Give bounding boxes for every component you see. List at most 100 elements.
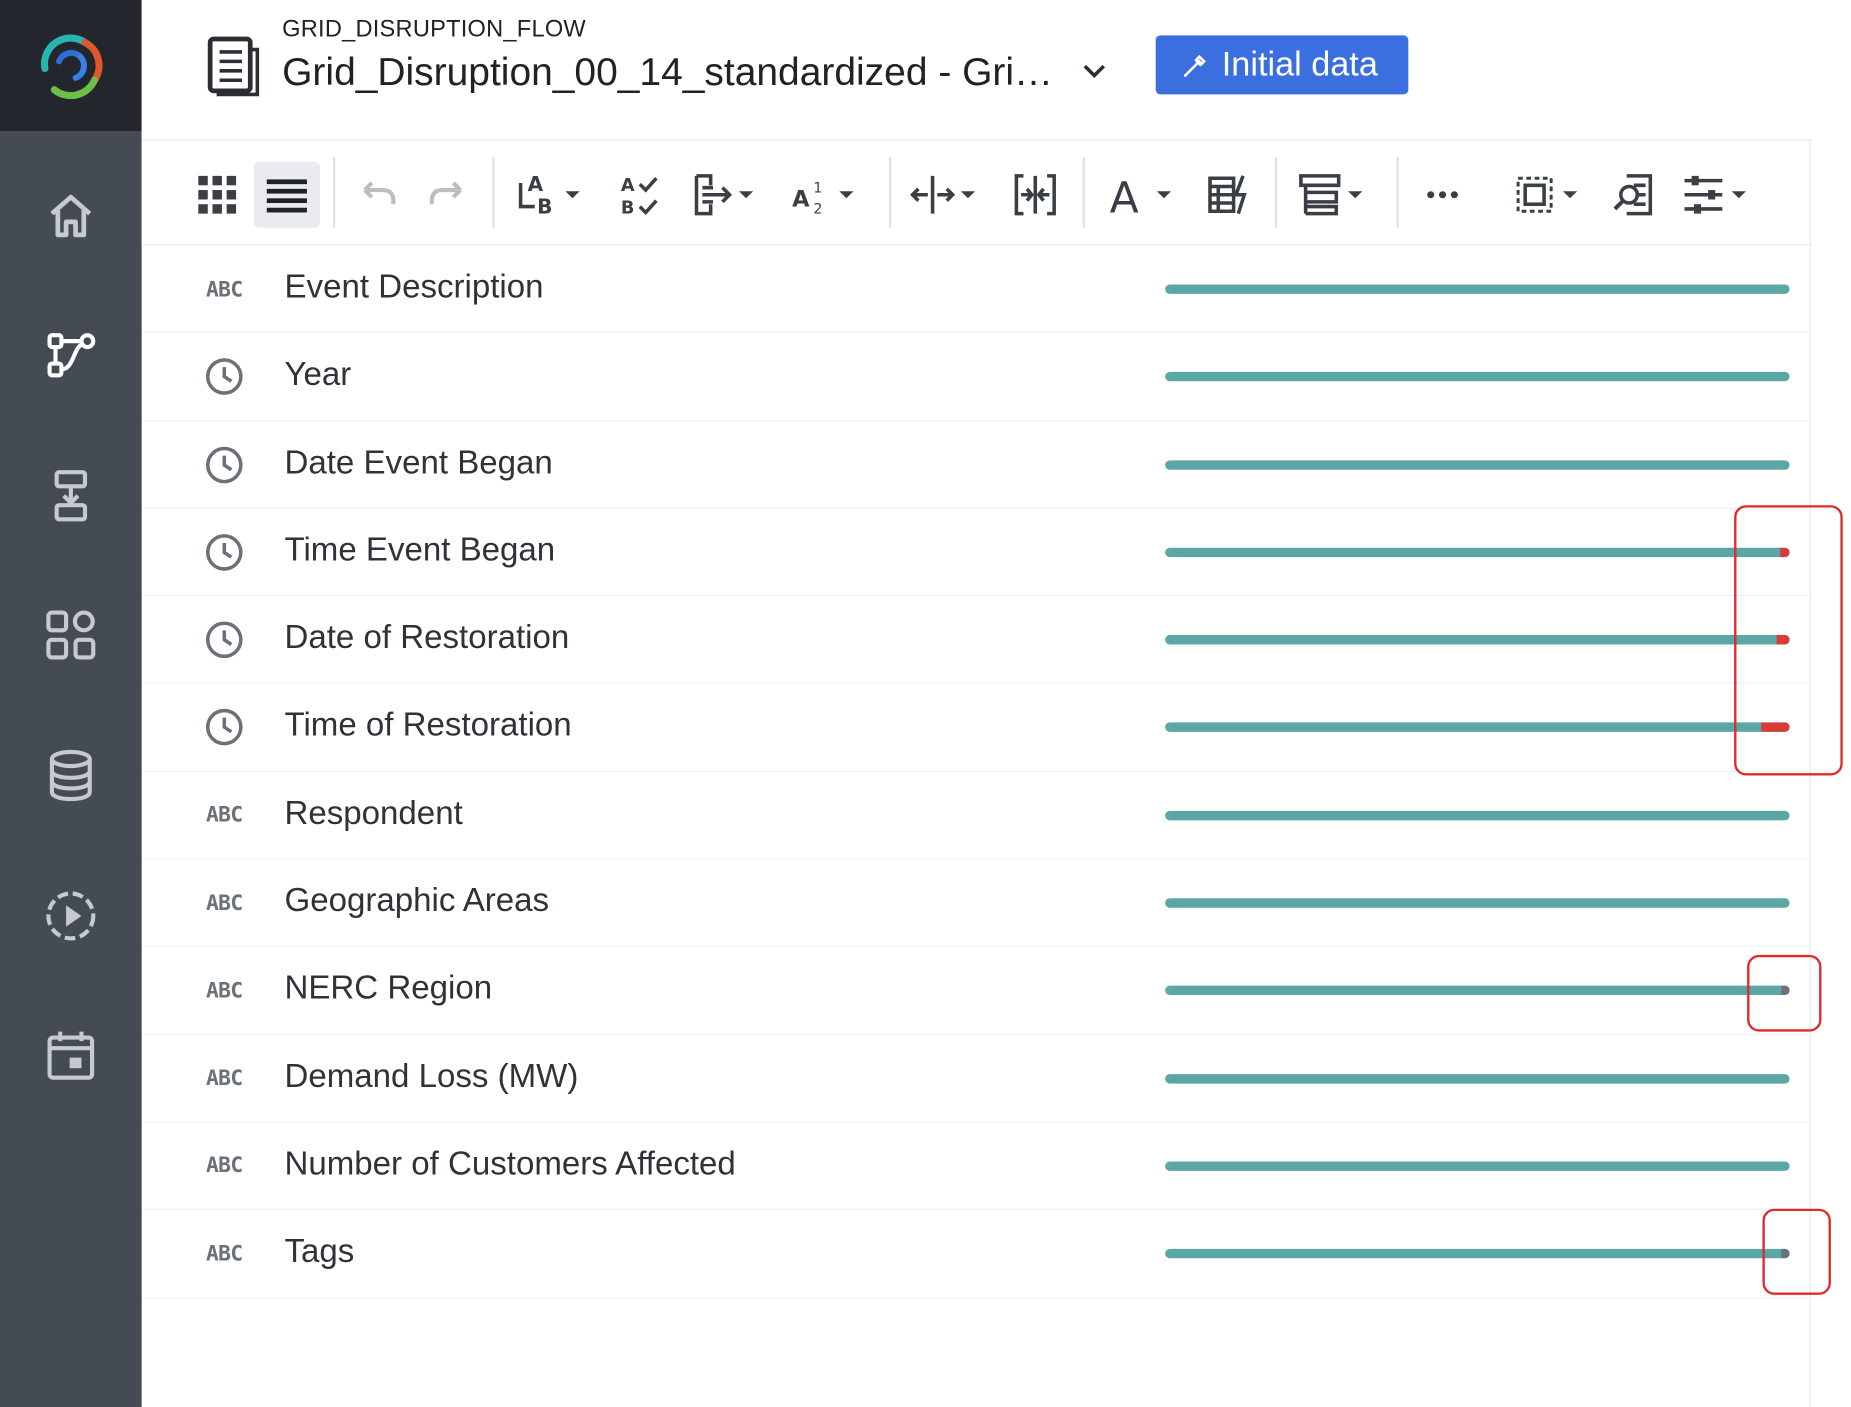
column-row[interactable]: ABC Geographic Areas: [141, 859, 1810, 948]
quality-bar[interactable]: [1165, 459, 1790, 470]
column-name: Demand Loss (MW): [284, 1057, 579, 1094]
column-name: Time Event Began: [284, 531, 556, 568]
text-type-icon: ABC: [198, 1234, 250, 1274]
dataset-title[interactable]: Grid_Disruption_00_14_standardized - Gri…: [282, 50, 1053, 95]
text-type-icon: ABC: [198, 971, 250, 1011]
column-name: Date Event Began: [284, 443, 553, 480]
toolbar-divider: [1396, 156, 1399, 228]
nav-import[interactable]: [0, 449, 142, 543]
search-button[interactable]: [1605, 162, 1662, 228]
apps-grid-icon: [46, 610, 96, 660]
quality-bar[interactable]: [1165, 810, 1790, 821]
play-circle-icon: [46, 891, 96, 941]
column-name: Event Description: [284, 267, 544, 305]
column-name: Date of Restoration: [284, 618, 570, 656]
redo-button[interactable]: [420, 162, 477, 228]
app-logo-icon: [40, 33, 103, 99]
initial-data-button[interactable]: Initial data: [1155, 35, 1409, 95]
column-row[interactable]: ABC Tags: [141, 1210, 1810, 1298]
grid-view-button[interactable]: [189, 162, 246, 228]
quality-bar[interactable]: [1165, 986, 1790, 996]
column-row[interactable]: ABC Event Description: [141, 246, 1810, 334]
column-row[interactable]: Time Event Began: [141, 509, 1810, 597]
svg-text:A: A: [528, 172, 544, 196]
nav-apps[interactable]: [0, 588, 142, 682]
app-logo[interactable]: [0, 0, 142, 132]
type-label: ABC: [205, 802, 243, 828]
type-label: ABC: [205, 1153, 243, 1179]
clock-icon: [205, 533, 243, 571]
column-name: Year: [284, 355, 352, 393]
clock-icon: [205, 446, 243, 483]
validate-button[interactable]: AB: [611, 162, 668, 228]
text-format-icon: A: [1110, 174, 1139, 218]
quality-bar[interactable]: [1165, 898, 1790, 908]
text-type-icon: ABC: [198, 1058, 250, 1098]
toolbar-divider: [888, 156, 892, 228]
svg-text:A: A: [1110, 174, 1139, 218]
nav-datasets[interactable]: [0, 728, 142, 822]
column-row[interactable]: ABC Demand Loss (MW): [141, 1035, 1810, 1123]
column-row[interactable]: ABC Respondent: [141, 772, 1810, 860]
toolbar-divider: [1082, 156, 1085, 228]
highlight-box: [1734, 505, 1843, 776]
column-row[interactable]: Date Event Began: [141, 421, 1810, 509]
quality-bar[interactable]: [1165, 372, 1790, 382]
select-button[interactable]: [1506, 162, 1582, 228]
quality-bar[interactable]: [1165, 1073, 1790, 1084]
merge-button[interactable]: [1007, 162, 1064, 228]
text-type-icon: ABC: [198, 883, 250, 923]
column-name: Tags: [284, 1232, 355, 1270]
split-button[interactable]: [903, 162, 981, 228]
nav-schedule[interactable]: [0, 1008, 142, 1102]
undo-button[interactable]: [348, 162, 405, 228]
quality-bar[interactable]: [1165, 547, 1790, 558]
quality-bar[interactable]: [1165, 1161, 1790, 1171]
header: GRID_DISRUPTION_FLOW Grid_Disruption_00_…: [141, 0, 1851, 140]
more-button[interactable]: [1414, 162, 1471, 228]
toolbar-divider: [492, 156, 495, 228]
column-row[interactable]: Year: [141, 333, 1810, 421]
datetime-type: [198, 620, 250, 660]
group-button[interactable]: [1290, 162, 1368, 228]
settings-button[interactable]: [1674, 162, 1752, 228]
highlight-box: [1762, 1208, 1831, 1295]
nav-runs[interactable]: [0, 869, 142, 963]
column-name: NERC Region: [284, 969, 493, 1007]
type-label: ABC: [205, 978, 243, 1004]
redo-icon: [429, 181, 462, 205]
clock-icon: [205, 709, 243, 746]
database-icon: [49, 749, 92, 802]
undo-icon: [363, 181, 396, 205]
nav-flows[interactable]: [0, 309, 142, 403]
quality-bar[interactable]: [1165, 1249, 1790, 1259]
pipette-icon: [1183, 54, 1206, 77]
sort-button[interactable]: A1 2: [783, 162, 859, 228]
transform-button[interactable]: [682, 162, 758, 228]
column-list: ABC Event Description Year Date Event Began…: [141, 246, 1810, 1298]
column-row[interactable]: Time of Restoration: [141, 684, 1810, 772]
rename-button[interactable]: AB: [508, 162, 586, 228]
column-name: Geographic Areas: [284, 881, 550, 919]
quality-bar[interactable]: [1165, 635, 1790, 645]
text-type-icon: ABC: [198, 1146, 250, 1186]
formula-button[interactable]: [1201, 162, 1258, 228]
type-label: ABC: [205, 890, 243, 916]
list-view-button[interactable]: [253, 161, 320, 228]
chevron-down-icon[interactable]: [1078, 54, 1111, 87]
validate-icon: AB: [621, 176, 658, 218]
column-row[interactable]: ABC Number of Customers Affected: [141, 1122, 1810, 1211]
transform-icon: [694, 174, 733, 216]
column-row[interactable]: Date of Restoration: [141, 596, 1810, 685]
list-view-icon: [266, 179, 307, 213]
quality-bar[interactable]: [1165, 722, 1790, 733]
sort-icon: A 1 2: [792, 180, 822, 217]
quality-bar[interactable]: [1165, 284, 1790, 294]
toolbar-divider: [1274, 156, 1278, 228]
nav-home[interactable]: [0, 169, 142, 263]
split-icon: [910, 175, 956, 214]
grid-view-icon: [198, 175, 237, 214]
text-format-button[interactable]: A: [1100, 162, 1176, 228]
datetime-type: [198, 708, 250, 748]
column-row[interactable]: ABC NERC Region: [141, 947, 1810, 1035]
